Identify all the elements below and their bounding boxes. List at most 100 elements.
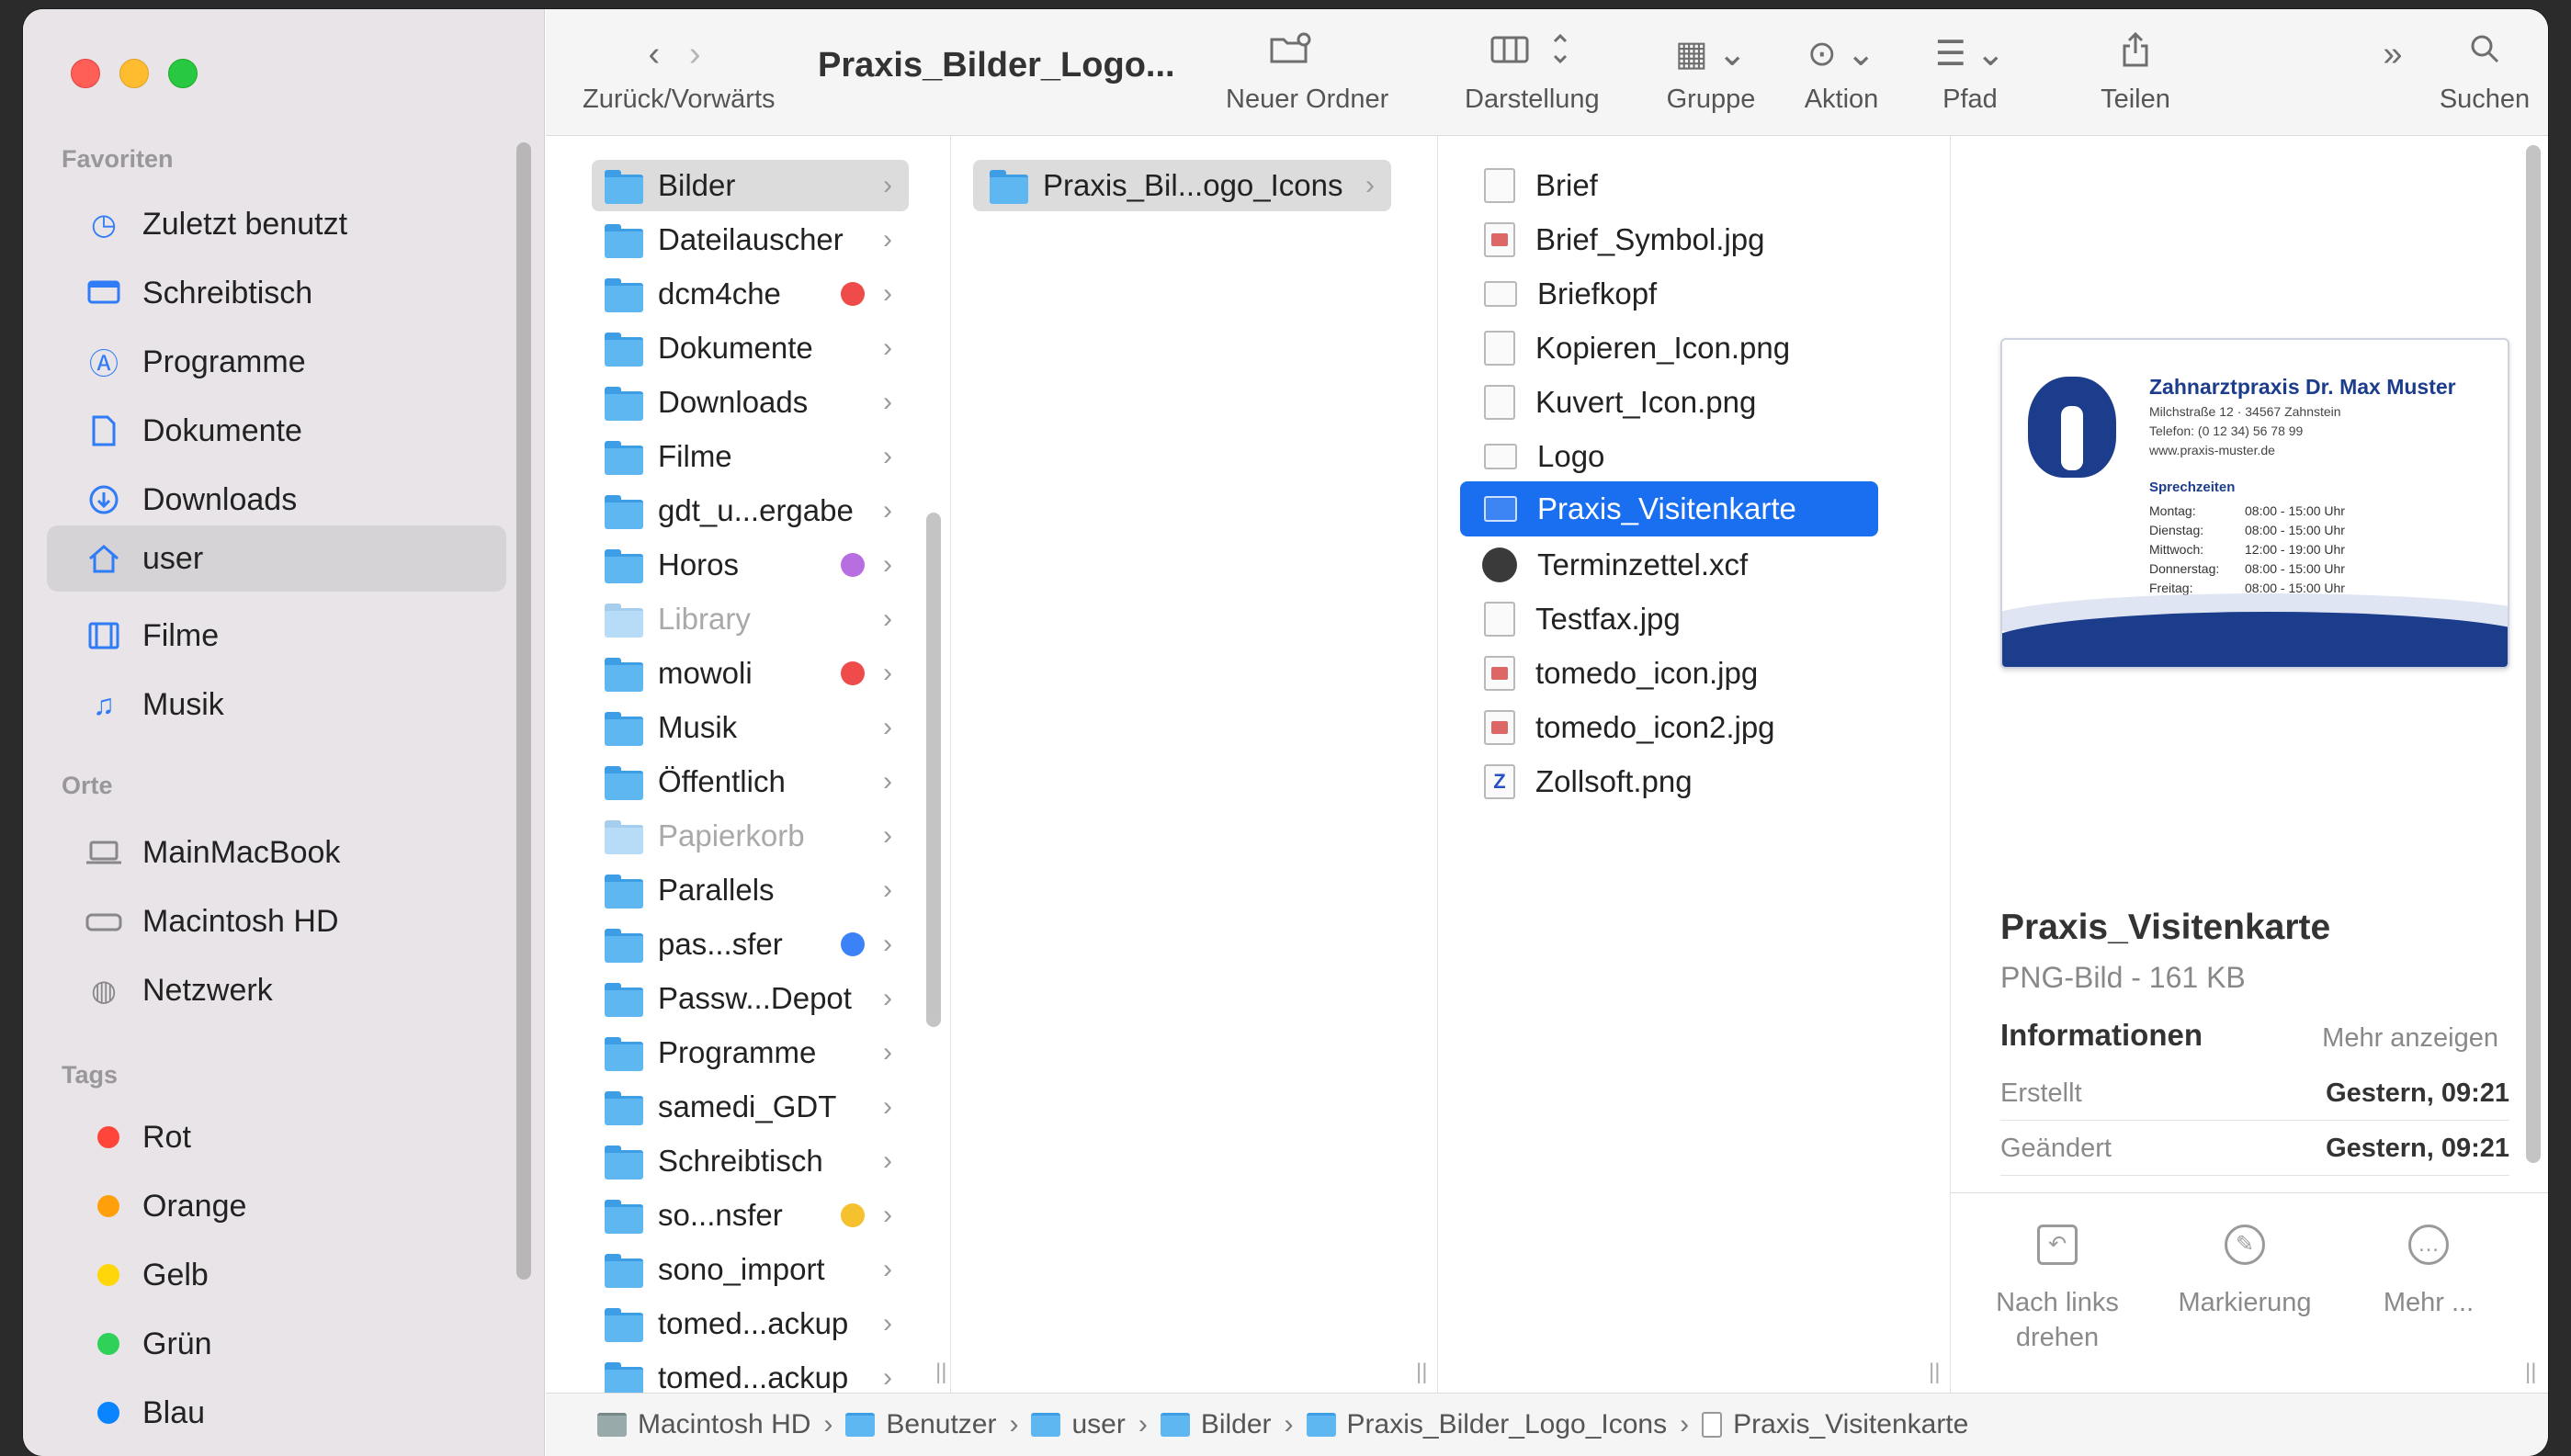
folder-row[interactable]: Downloads ›: [592, 377, 909, 428]
folder-row[interactable]: samedi_GDT ›: [592, 1081, 909, 1133]
more-button[interactable]: … Mehr ...: [2337, 1225, 2520, 1320]
gimp-icon: [1482, 547, 1517, 582]
zoom-window-button[interactable]: [168, 59, 198, 88]
folder-row[interactable]: Schreibtisch ›: [592, 1135, 909, 1187]
folder-row[interactable]: tomed...ackup ›: [592, 1352, 909, 1393]
back-forward-label: Zurück/Vorwärts: [583, 85, 776, 114]
chevron-right-icon: ›: [883, 1037, 892, 1067]
column-scrollbar[interactable]: [926, 513, 941, 1027]
folder-row[interactable]: Passw...Depot ›: [592, 973, 909, 1024]
folder-row[interactable]: dcm4che ›: [592, 268, 909, 320]
folder-row[interactable]: Papierkorb ›: [592, 810, 909, 862]
sidebar-tag-green[interactable]: Grün: [47, 1311, 506, 1377]
folder-row[interactable]: tomed...ackup ›: [592, 1298, 909, 1349]
file-row-selected[interactable]: Praxis_Visitenkarte: [1460, 481, 1878, 536]
sidebar-item-label: Gelb: [142, 1257, 209, 1292]
preview-scrollbar[interactable]: [2526, 145, 2541, 1163]
toolbar-overflow-button[interactable]: »: [2374, 31, 2411, 77]
minimize-window-button[interactable]: [119, 59, 149, 88]
file-row[interactable]: Kopieren_Icon.png: [1475, 322, 1893, 374]
sidebar-item-desktop[interactable]: Schreibtisch: [47, 260, 506, 326]
share-button[interactable]: Teilen: [2090, 31, 2181, 115]
sidebar-item-network[interactable]: ◍ Netzwerk: [47, 957, 506, 1023]
card-hours-title: Sprechzeiten: [2149, 480, 2236, 495]
folder-icon: [1306, 1413, 1336, 1437]
sidebar-item-mainmacbook[interactable]: MainMacBook: [47, 819, 506, 886]
back-forward-control[interactable]: ‹ › Zurück/Vorwärts: [583, 31, 776, 115]
folder-row[interactable]: so...nsfer ›: [592, 1190, 909, 1241]
path-segment[interactable]: Macintosh HD: [597, 1409, 810, 1440]
folder-row[interactable]: Programme ›: [592, 1027, 909, 1078]
chevron-left-icon[interactable]: ‹: [649, 35, 661, 73]
chevron-right-icon: ›: [1138, 1409, 1148, 1439]
path-button[interactable]: ☰ ⌄ Pfad: [1924, 31, 2016, 115]
sidebar-item-applications[interactable]: Ⓐ Programme: [47, 329, 506, 395]
column-resize-handle[interactable]: ||: [1416, 1360, 1427, 1385]
folder-row[interactable]: Dateilauscher ›: [592, 214, 909, 265]
path-segment[interactable]: Bilder: [1160, 1409, 1272, 1440]
sidebar-tag-yellow[interactable]: Gelb: [47, 1242, 506, 1308]
path-segment[interactable]: Praxis_Visitenkarte: [1702, 1409, 1968, 1440]
chevron-right-icon: ›: [883, 1308, 892, 1338]
path-label: Praxis_Visitenkarte: [1733, 1409, 1969, 1439]
column-resize-handle[interactable]: ||: [1929, 1360, 1940, 1385]
sidebar-tag-blue[interactable]: Blau: [47, 1380, 506, 1446]
preview-info-header: Informationen: [2000, 1018, 2203, 1052]
file-row[interactable]: Brief: [1475, 160, 1893, 211]
folder-row[interactable]: Parallels ›: [592, 864, 909, 916]
laptop-icon: [85, 834, 122, 871]
rotate-left-button[interactable]: ↶ Nach links drehen: [1965, 1225, 2149, 1355]
sidebar-item-user[interactable]: user: [47, 525, 506, 592]
sidebar-tag-red[interactable]: Rot: [47, 1104, 506, 1170]
sidebar-item-documents[interactable]: Dokumente: [47, 398, 506, 464]
folder-row[interactable]: sono_import ›: [592, 1244, 909, 1295]
folder-label: Passw...Depot: [658, 981, 852, 1015]
file-row[interactable]: tomedo_icon.jpg: [1475, 648, 1893, 699]
column-resize-handle[interactable]: ||: [2525, 1360, 2536, 1385]
column-resize-handle[interactable]: ||: [935, 1360, 946, 1385]
sidebar-item-recents[interactable]: ◷ Zuletzt benutzt: [47, 191, 506, 257]
folder-icon: [605, 387, 643, 421]
folder-row[interactable]: Dokumente ›: [592, 322, 909, 374]
new-folder-button[interactable]: Neuer Ordner: [1226, 31, 1388, 115]
disk-icon: [597, 1413, 627, 1437]
folder-row[interactable]: Öffentlich ›: [592, 756, 909, 807]
file-row[interactable]: Z Zollsoft.png: [1475, 756, 1893, 807]
file-row[interactable]: tomedo_icon2.jpg: [1475, 702, 1893, 753]
group-button[interactable]: ▦ ⌄ Gruppe: [1660, 31, 1761, 115]
folder-row[interactable]: gdt_u...ergabe ›: [592, 485, 909, 536]
search-button[interactable]: Suchen: [2434, 31, 2535, 115]
folder-row[interactable]: pas...sfer ›: [592, 919, 909, 970]
close-window-button[interactable]: [71, 59, 100, 88]
file-row[interactable]: Kuvert_Icon.png: [1475, 377, 1893, 428]
path-segment[interactable]: Praxis_Bilder_Logo_Icons: [1306, 1409, 1667, 1440]
markup-button[interactable]: ✎ Markierung: [2153, 1225, 2337, 1320]
action-button[interactable]: ⊙ ⌄ Aktion: [1795, 31, 1887, 115]
sidebar-item-macintosh-hd[interactable]: Macintosh HD: [47, 888, 506, 954]
chevron-right-icon[interactable]: ›: [689, 35, 701, 73]
path-segment[interactable]: Benutzer: [845, 1409, 996, 1440]
folder-row-praxis-bilder-logo-icons[interactable]: Praxis_Bil...ogo_Icons ›: [973, 160, 1391, 211]
folder-row[interactable]: Library ›: [592, 593, 909, 645]
folder-row[interactable]: mowoli ›: [592, 648, 909, 699]
sidebar-item-movies[interactable]: Filme: [47, 603, 506, 669]
folder-row-bilder[interactable]: Bilder ›: [592, 160, 909, 211]
file-row[interactable]: Logo: [1475, 431, 1893, 482]
sidebar-scrollbar[interactable]: [516, 142, 531, 1280]
file-row[interactable]: Briefkopf: [1475, 268, 1893, 320]
file-row[interactable]: Testfax.jpg: [1475, 593, 1893, 645]
folder-row[interactable]: Horos ›: [592, 539, 909, 591]
sidebar-item-music[interactable]: ♫ Musik: [47, 672, 506, 738]
sidebar-item-downloads[interactable]: Downloads: [47, 467, 506, 533]
sidebar-tag-orange[interactable]: Orange: [47, 1173, 506, 1239]
info-key: Erstellt: [2000, 1078, 2082, 1108]
folder-row[interactable]: Filme ›: [592, 431, 909, 482]
show-more-link[interactable]: Mehr anzeigen: [2322, 1023, 2498, 1054]
sidebar-item-label: Macintosh HD: [142, 903, 339, 939]
folder-row[interactable]: Musik ›: [592, 702, 909, 753]
path-segment[interactable]: user: [1031, 1409, 1126, 1440]
view-button[interactable]: Darstellung: [1465, 31, 1600, 115]
file-row[interactable]: Terminzettel.xcf: [1475, 539, 1893, 591]
file-row[interactable]: Brief_Symbol.jpg: [1475, 214, 1893, 265]
chevron-right-icon: ›: [883, 604, 892, 634]
